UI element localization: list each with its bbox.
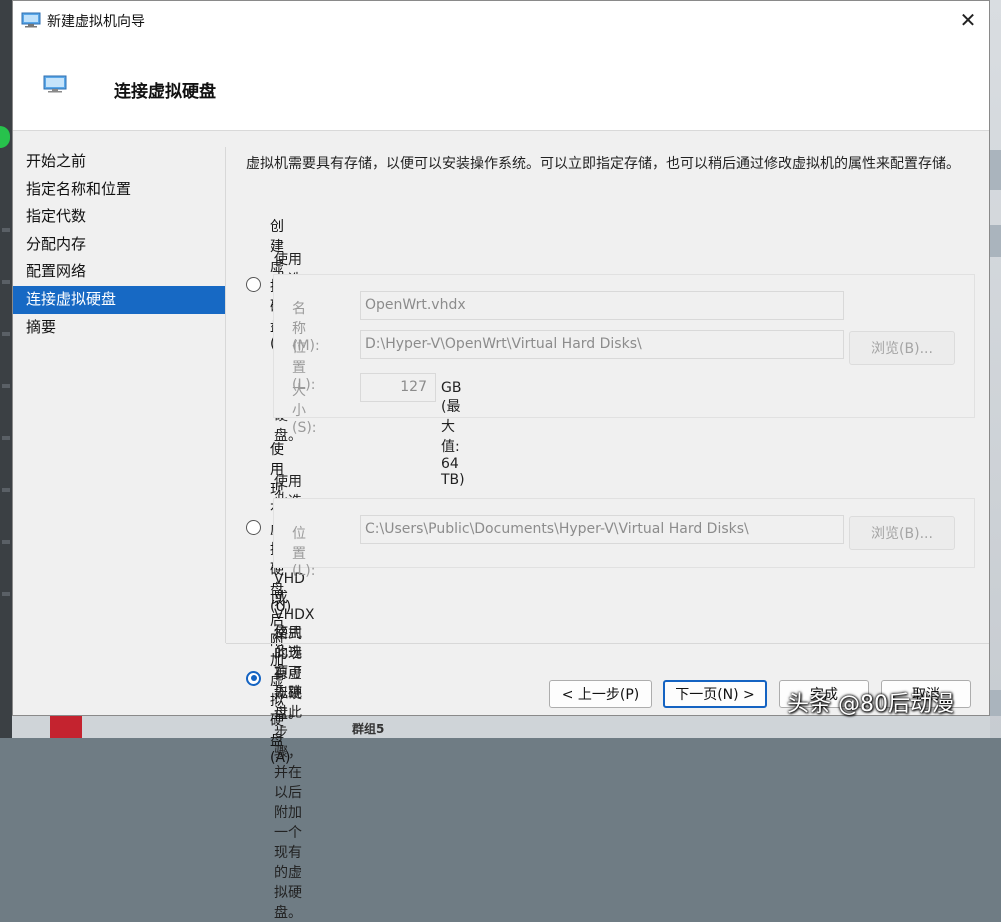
nav-item-summary[interactable]: 摘要 bbox=[13, 314, 225, 342]
desktop-left-strip bbox=[0, 0, 12, 738]
disk-location-field[interactable]: D:\Hyper-V\OpenWrt\Virtual Hard Disks\ bbox=[360, 330, 844, 359]
nav-item-memory[interactable]: 分配内存 bbox=[13, 231, 225, 259]
virtual-disk-icon bbox=[43, 75, 67, 93]
desktop-right-block bbox=[990, 150, 1001, 190]
desktop-right-block bbox=[990, 225, 1001, 257]
radio-existing-indicator[interactable] bbox=[246, 519, 261, 535]
radio-later-indicator[interactable] bbox=[246, 670, 261, 686]
window-title: 新建虚拟机向导 bbox=[47, 14, 145, 30]
browse-button-existing[interactable]: 浏览(B)... bbox=[849, 516, 955, 550]
radio-create-indicator[interactable] bbox=[246, 276, 261, 292]
desktop-bottom-strip: 群组5 bbox=[12, 716, 990, 738]
nav-item-name-and-location[interactable]: 指定名称和位置 bbox=[13, 176, 225, 204]
close-button[interactable]: ✕ bbox=[947, 1, 989, 39]
hyper-v-app-icon bbox=[21, 12, 41, 28]
footer-divider bbox=[226, 643, 989, 644]
desktop-right-block bbox=[990, 690, 1001, 716]
desktop-bottom-text: 群组5 bbox=[352, 722, 385, 736]
nav-item-before-you-begin[interactable]: 开始之前 bbox=[13, 148, 225, 176]
browse-button-create[interactable]: 浏览(B)... bbox=[849, 331, 955, 365]
disk-name-field[interactable]: OpenWrt.vhdx bbox=[360, 291, 844, 320]
wizard-header: 连接虚拟硬盘 bbox=[13, 39, 989, 131]
page-description: 虚拟机需要具有存储，以便可以安装操作系统。可以立即指定存储，也可以稍后通过修改虚… bbox=[246, 156, 960, 172]
disk-size-field[interactable]: 127 bbox=[360, 373, 436, 402]
later-option-description: 使用此选项可先跳过此步骤，并在以后附加一个现有的虚拟硬盘。 bbox=[274, 625, 302, 921]
size-unit-text: GB (最大值: 64 TB) bbox=[441, 380, 465, 488]
next-button[interactable]: 下一页(N) > bbox=[663, 680, 767, 708]
wizard-step-nav: 开始之前 指定名称和位置 指定代数 分配内存 配置网络 连接虚拟硬盘 摘要 bbox=[13, 148, 225, 341]
close-icon: ✕ bbox=[959, 8, 977, 32]
back-button[interactable]: < 上一步(P) bbox=[549, 680, 652, 708]
nav-item-connect-virtual-disk[interactable]: 连接虚拟硬盘 bbox=[13, 285, 225, 314]
size-label: 大小(S): bbox=[292, 383, 317, 436]
desktop-red-icon bbox=[50, 716, 82, 738]
nav-divider bbox=[225, 147, 226, 643]
desktop-right-strip bbox=[990, 0, 1001, 738]
nav-item-generation[interactable]: 指定代数 bbox=[13, 203, 225, 231]
title-bar[interactable]: 新建虚拟机向导 ✕ bbox=[13, 1, 989, 39]
new-vm-wizard-window: 新建虚拟机向导 ✕ 连接虚拟硬盘 开始之前 指定名称和位置 指定代数 分配内存 … bbox=[12, 0, 990, 921]
existing-location-label: 位置(L): bbox=[292, 526, 316, 579]
existing-disk-location-field[interactable]: C:\Users\Public\Documents\Hyper-V\Virtua… bbox=[360, 515, 844, 544]
page-title: 连接虚拟硬盘 bbox=[114, 82, 216, 102]
nav-item-networking[interactable]: 配置网络 bbox=[13, 258, 225, 286]
watermark-text: 头条 @80后动漫 bbox=[787, 692, 954, 717]
desktop-left-decoration bbox=[2, 180, 10, 640]
desktop-status-dot bbox=[0, 126, 10, 148]
